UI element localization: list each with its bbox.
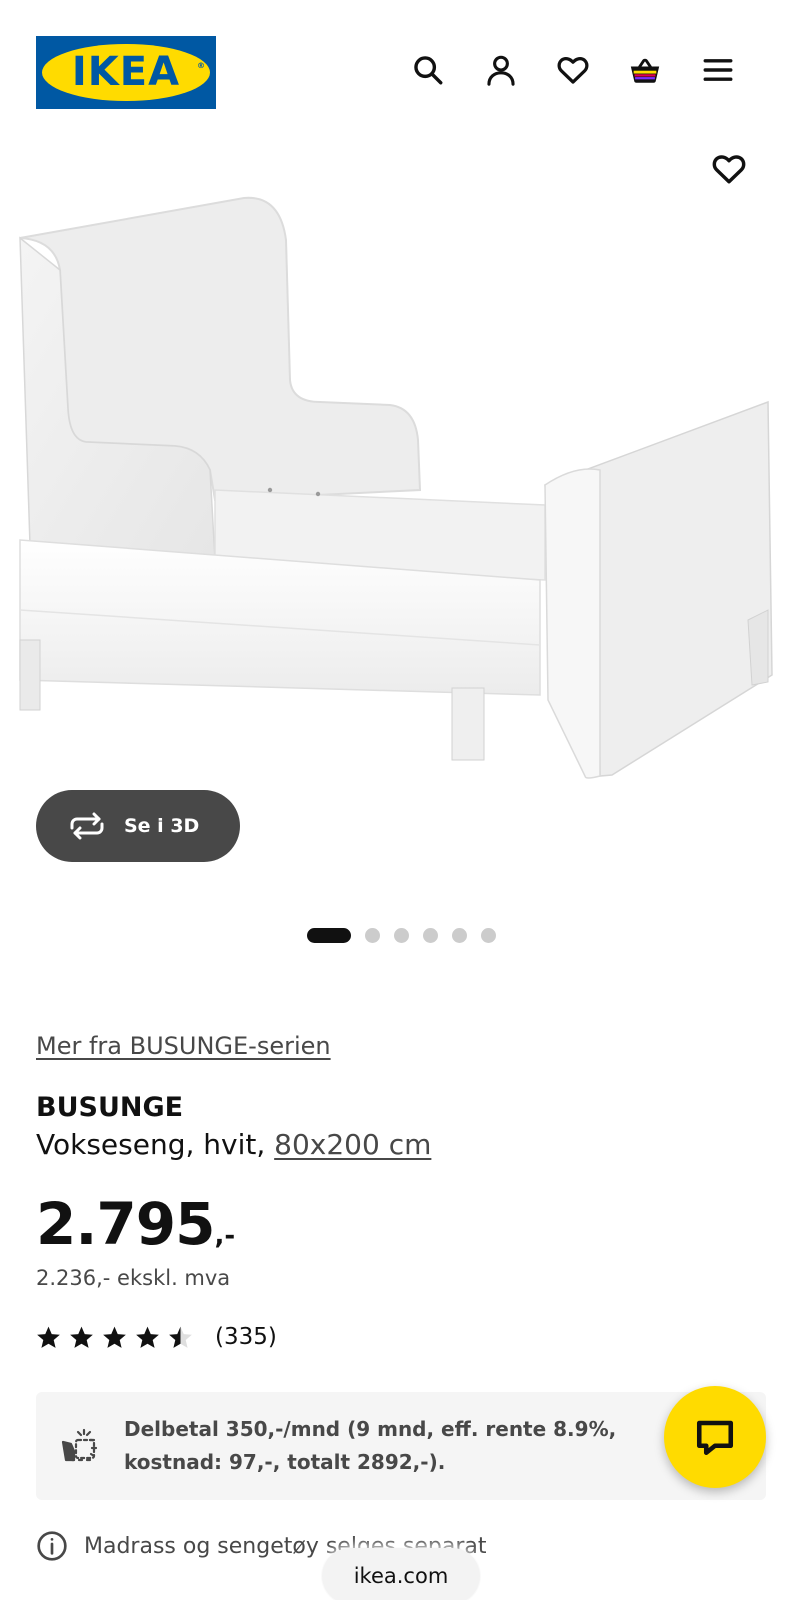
logo-text: IKEA — [71, 49, 181, 95]
browser-url-bar[interactable]: ikea.com — [322, 1548, 480, 1600]
view-in-3d-label: Se i 3D — [124, 815, 200, 837]
rating-stars — [36, 1325, 193, 1350]
star-icon — [37, 1326, 60, 1348]
price-suffix: ,- — [214, 1221, 236, 1251]
half-star-icon — [169, 1326, 192, 1348]
star-icon — [70, 1326, 93, 1348]
view-in-3d-button[interactable]: Se i 3D — [36, 790, 240, 862]
search-icon[interactable] — [408, 50, 448, 90]
chat-button[interactable] — [664, 1386, 766, 1488]
series-link[interactable]: Mer fra BUSUNGE-serien — [36, 1032, 331, 1060]
price-excl-vat: 2.236,- ekskl. mva — [36, 1266, 231, 1290]
carousel-dot[interactable] — [480, 928, 496, 943]
product-description: Vokseseng, hvit, 80x200 cm — [36, 1128, 431, 1161]
review-count: (335) — [215, 1324, 277, 1350]
logo-registered-mark: ® — [197, 61, 205, 70]
info-icon — [37, 1531, 67, 1561]
size-link[interactable]: 80x200 cm — [274, 1128, 431, 1161]
chat-icon — [696, 1420, 734, 1456]
menu-icon[interactable] — [698, 50, 738, 90]
installment-text: Delbetal 350,-/mnd (9 mnd, eff. rente 8.… — [124, 1417, 617, 1474]
product-price: 2.795,- — [36, 1190, 235, 1258]
star-icon — [103, 1326, 126, 1348]
rating[interactable]: (335) — [36, 1324, 277, 1350]
carousel-dot[interactable] — [451, 928, 467, 943]
installment-offer[interactable]: Delbetal 350,-/mnd (9 mnd, eff. rente 8.… — [36, 1392, 766, 1500]
product-description-text: Vokseseng, hvit, — [36, 1128, 266, 1161]
carousel-dot-active[interactable] — [306, 928, 351, 943]
price-integer: 2.795 — [36, 1190, 215, 1258]
wishlist-heart-icon[interactable] — [553, 50, 593, 90]
shopping-bag-icon[interactable] — [625, 50, 665, 90]
installment-icon — [61, 1428, 98, 1462]
site-header: IKEA ® — [0, 0, 802, 130]
carousel-dot[interactable] — [393, 928, 409, 943]
carousel-indicator — [0, 928, 802, 943]
product-name: BUSUNGE — [36, 1092, 184, 1123]
rotate-3d-icon — [70, 812, 104, 840]
product-image[interactable] — [0, 140, 802, 800]
bed-illustration — [19, 196, 773, 779]
star-icon — [136, 1326, 159, 1348]
carousel-dot[interactable] — [422, 928, 438, 943]
carousel-dot[interactable] — [364, 928, 380, 943]
heart-outline-icon[interactable] — [708, 148, 750, 190]
ikea-logo[interactable]: IKEA ® — [36, 36, 216, 109]
account-icon[interactable] — [481, 50, 521, 90]
